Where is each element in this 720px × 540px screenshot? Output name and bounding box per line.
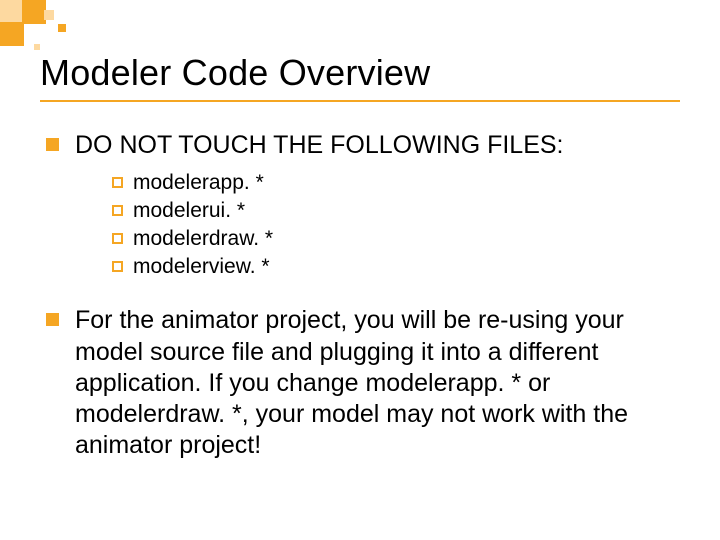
slide-body: Modeler Code Overview DO NOT TOUCH THE F… — [0, 0, 720, 462]
sub-bullet-text: modelerapp. * — [133, 171, 264, 195]
bullet-level1: DO NOT TOUCH THE FOLLOWING FILES: — [46, 130, 680, 161]
corner-decoration — [0, 0, 90, 46]
bullet-level2: modelerui. * — [112, 199, 680, 223]
title-underline — [40, 100, 680, 102]
hollow-square-bullet-icon — [112, 261, 123, 272]
square-bullet-icon — [46, 138, 59, 151]
bullet-level1: For the animator project, you will be re… — [46, 305, 680, 461]
bullet-text: DO NOT TOUCH THE FOLLOWING FILES: — [75, 130, 680, 161]
hollow-square-bullet-icon — [112, 233, 123, 244]
bullet-level2: modelerview. * — [112, 255, 680, 279]
bullet-text: For the animator project, you will be re… — [75, 305, 680, 461]
hollow-square-bullet-icon — [112, 177, 123, 188]
bullet-level2: modelerdraw. * — [112, 227, 680, 251]
sub-bullet-text: modelerview. * — [133, 255, 270, 279]
slide-title: Modeler Code Overview — [40, 52, 680, 94]
sub-bullet-text: modelerdraw. * — [133, 227, 273, 251]
hollow-square-bullet-icon — [112, 205, 123, 216]
square-bullet-icon — [46, 313, 59, 326]
sub-bullet-text: modelerui. * — [133, 199, 245, 223]
bullet-level2: modelerapp. * — [112, 171, 680, 195]
sub-bullet-list: modelerapp. * modelerui. * modelerdraw. … — [112, 171, 680, 279]
